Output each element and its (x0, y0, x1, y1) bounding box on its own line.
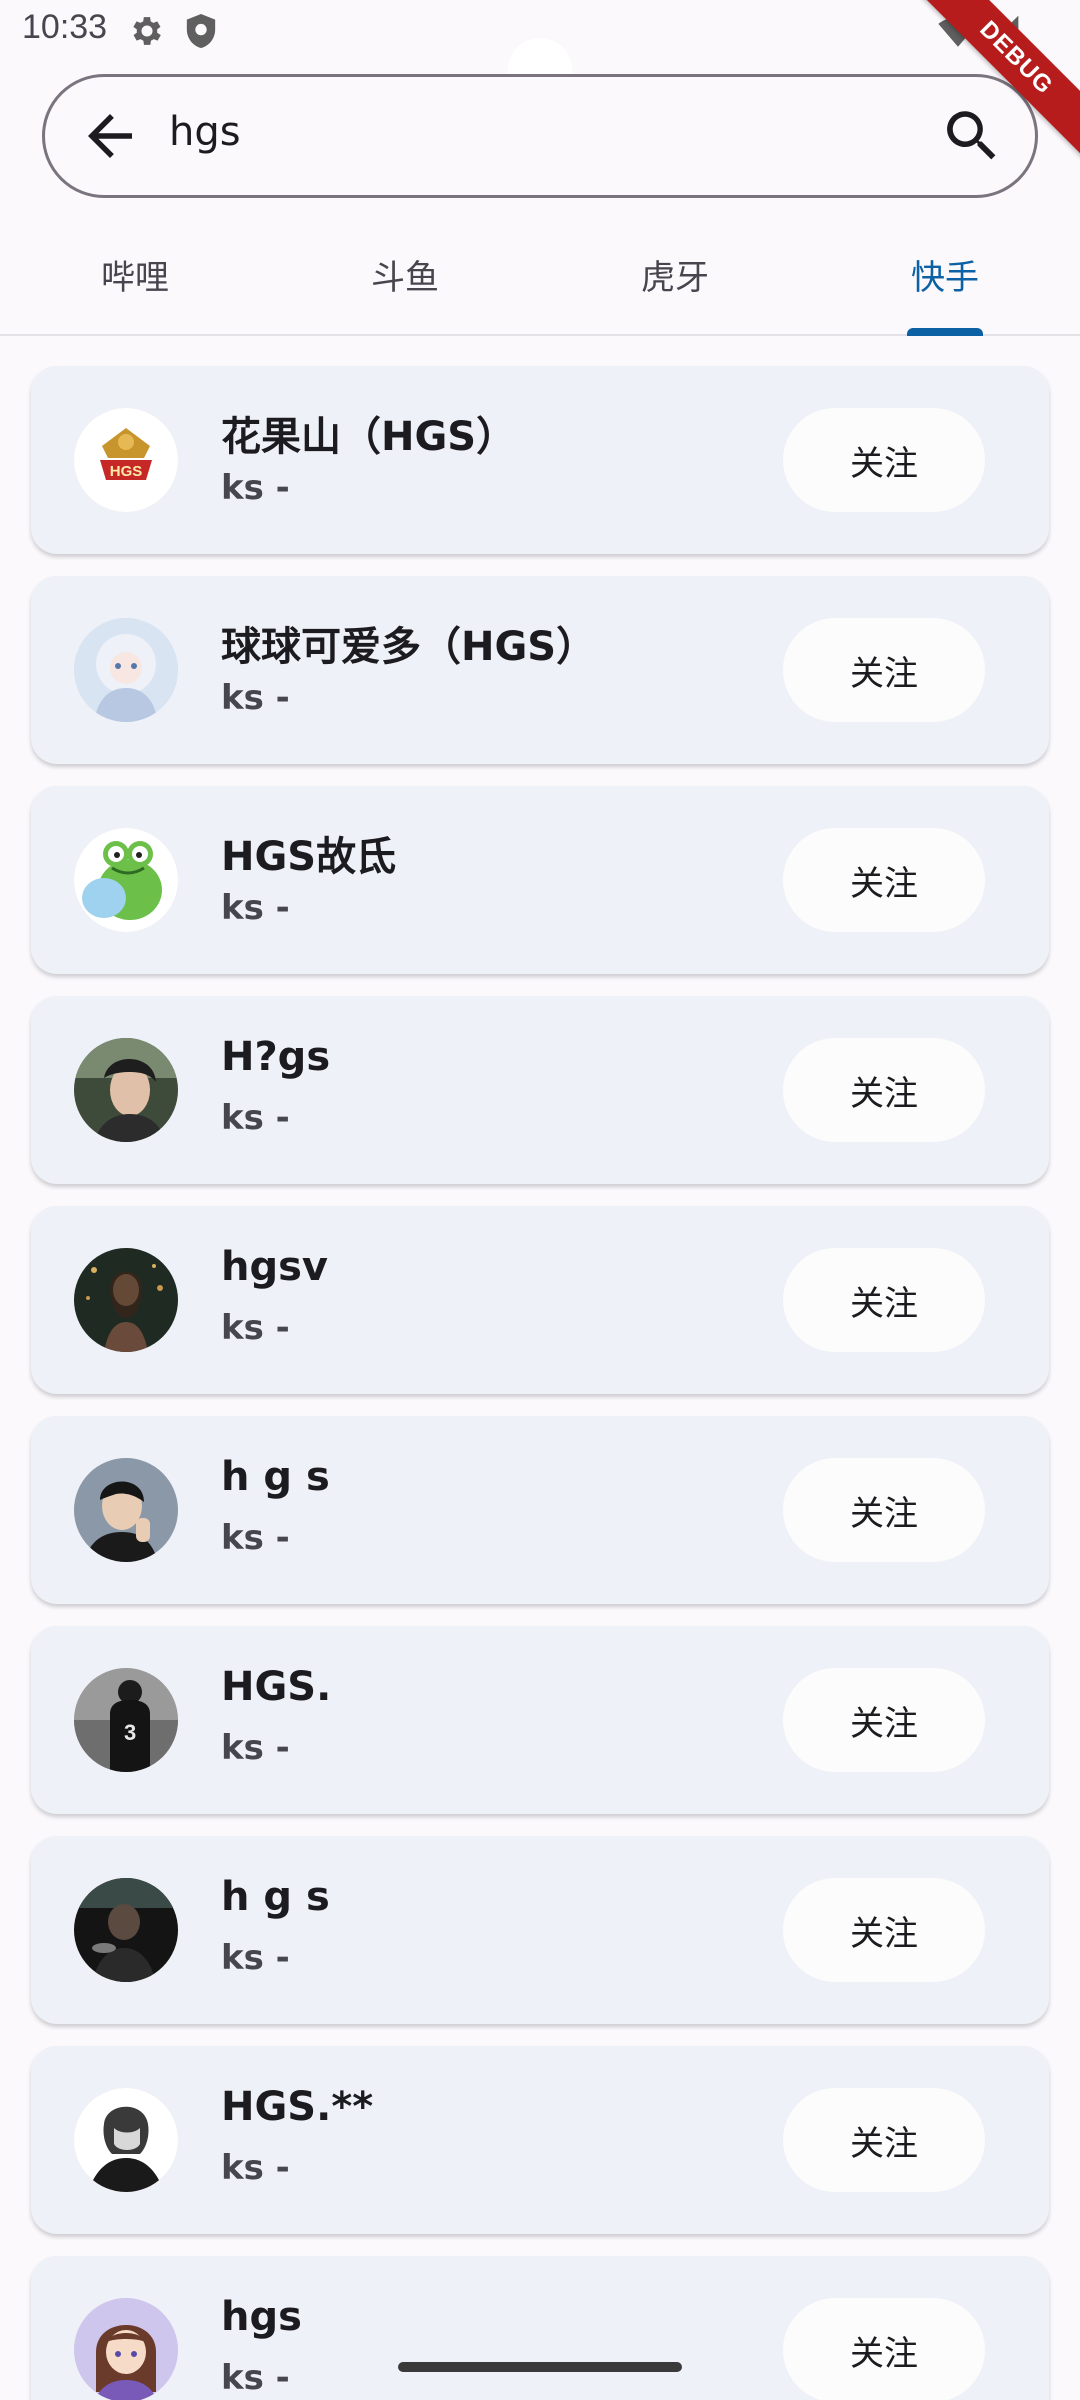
follow-button[interactable]: 关注 (783, 1668, 985, 1772)
home-indicator[interactable] (398, 2362, 682, 2372)
tab-active-indicator (907, 328, 983, 336)
result-name: HGS故氐 (221, 834, 397, 880)
result-name: HGS.** (221, 2084, 374, 2130)
svg-text:3: 3 (124, 1720, 136, 1745)
arrow-back-icon (88, 114, 132, 158)
list-item[interactable]: HGS.** ks - 关注 (31, 2046, 1049, 2234)
result-platform: ks - (221, 1098, 290, 1138)
tab-label: 快手 (911, 258, 979, 298)
avatar (74, 1038, 178, 1142)
tab-label: 哔哩 (101, 258, 169, 298)
app-root: 10:33 hgs DEBUG 哔哩 斗鱼 虎牙 快手 HGS 花果山（HGS）… (0, 0, 1080, 2400)
result-platform: ks - (221, 1308, 290, 1348)
follow-button[interactable]: 关注 (783, 408, 985, 512)
search-button[interactable] (939, 103, 1005, 169)
avatar (74, 2088, 178, 2192)
avatar (74, 2298, 178, 2400)
result-platform: ks - (221, 468, 290, 508)
avatar (74, 1458, 178, 1562)
back-button[interactable] (77, 103, 143, 169)
follow-button[interactable]: 关注 (783, 2298, 985, 2400)
list-item[interactable]: HGS 花果山（HGS） ks - 关注 (31, 366, 1049, 554)
tab-douyu[interactable]: 斗鱼 (270, 222, 540, 334)
result-name: hgsv (221, 1244, 328, 1290)
follow-button[interactable]: 关注 (783, 1038, 985, 1142)
list-item[interactable]: 3 HGS. ks - 关注 (31, 1626, 1049, 1814)
result-platform: ks - (221, 1728, 290, 1768)
result-name: H?gs (221, 1034, 331, 1080)
avatar (74, 828, 178, 932)
result-platform: ks - (221, 2148, 290, 2188)
avatar (74, 1878, 178, 1982)
tab-label: 斗鱼 (371, 258, 439, 298)
list-item[interactable]: HGS故氐 ks - 关注 (31, 786, 1049, 974)
follow-button[interactable]: 关注 (783, 1458, 985, 1562)
result-platform: ks - (221, 678, 290, 718)
avatar (74, 618, 178, 722)
svg-text:HGS: HGS (110, 463, 143, 480)
follow-button[interactable]: 关注 (783, 1248, 985, 1352)
result-name: h g s (221, 1874, 330, 1920)
tab-label: 虎牙 (641, 258, 709, 298)
result-name: hgs (221, 2294, 302, 2340)
list-item[interactable]: H?gs ks - 关注 (31, 996, 1049, 1184)
result-platform: ks - (221, 1938, 290, 1978)
search-input[interactable]: hgs (169, 109, 241, 155)
avatar (74, 1248, 178, 1352)
status-left-icons (128, 12, 218, 50)
avatar: 3 (74, 1668, 178, 1772)
tab-bilibili[interactable]: 哔哩 (0, 222, 270, 334)
list-item[interactable]: h g s ks - 关注 (31, 1416, 1049, 1604)
result-platform: ks - (221, 2358, 290, 2398)
result-platform: ks - (221, 1518, 290, 1558)
result-name: h g s (221, 1454, 330, 1500)
status-time: 10:33 (22, 8, 108, 46)
tab-kuaishou[interactable]: 快手 (810, 222, 1080, 336)
list-item[interactable]: h g s ks - 关注 (31, 1836, 1049, 2024)
result-name: 球球可爱多（HGS） (221, 624, 597, 670)
platform-tabs: 哔哩 斗鱼 虎牙 快手 (0, 222, 1080, 336)
tab-huya[interactable]: 虎牙 (540, 222, 810, 334)
list-item[interactable]: hgs ks - 关注 (31, 2256, 1049, 2400)
follow-button[interactable]: 关注 (783, 2088, 985, 2192)
settings-icon (133, 17, 161, 45)
avatar: HGS (74, 408, 178, 512)
result-name: HGS. (221, 1664, 332, 1710)
follow-button[interactable]: 关注 (783, 618, 985, 722)
list-item[interactable]: hgsv ks - 关注 (31, 1206, 1049, 1394)
search-bar[interactable]: hgs (42, 74, 1038, 198)
result-platform: ks - (221, 888, 290, 928)
result-name: 花果山（HGS） (221, 414, 517, 460)
list-item[interactable]: 球球可爱多（HGS） ks - 关注 (31, 576, 1049, 764)
shield-icon (186, 14, 216, 48)
follow-button[interactable]: 关注 (783, 1878, 985, 1982)
search-icon (947, 111, 996, 160)
follow-button[interactable]: 关注 (783, 828, 985, 932)
